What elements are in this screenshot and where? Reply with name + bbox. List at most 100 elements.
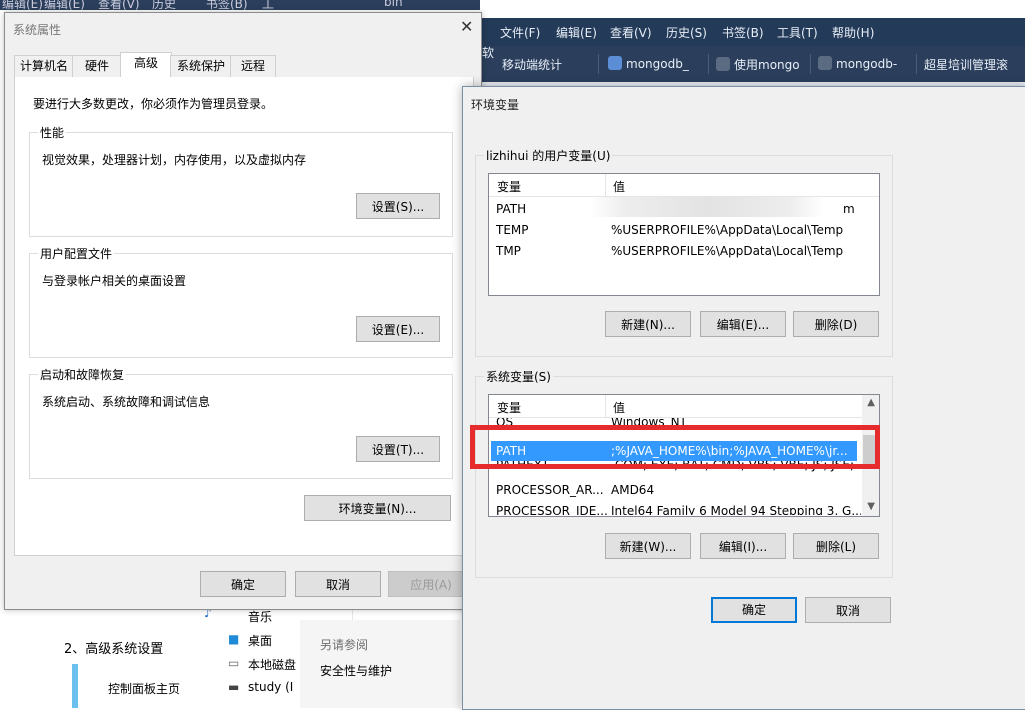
bookmark-separator [598,54,599,74]
nav-item-study[interactable]: study (I [248,680,293,694]
bookmark-item[interactable]: 使用mongo [716,56,800,73]
see-also-title: 另请参阅 [320,638,369,652]
bookmark-separator [810,54,811,74]
list-item[interactable]: PROCESSOR_IDE... Intel64 Family 6 Model … [491,501,861,515]
system-new-button[interactable]: 新建(W)... [605,533,691,559]
user-new-button[interactable]: 新建(N)... [605,311,691,337]
bookmark-separator [916,54,917,74]
list-item[interactable]: TEMP %USERPROFILE%\AppData\Local\Temp [491,220,861,240]
tab-hardware[interactable]: 硬件 [72,55,122,77]
list-item[interactable]: TMP %USERPROFILE%\AppData\Local\Temp [491,241,861,261]
bookmark-label: 使用mongo [734,58,800,72]
bookmark-label: mongodb_ [626,57,689,71]
desktop-icon: ■ [228,632,240,646]
list-header: 变量 值 [489,395,879,418]
tab-advanced[interactable]: 高级 [120,52,172,79]
nav-item-local-disk[interactable]: 本地磁盘 [248,656,296,673]
column-variable[interactable]: 变量 [497,178,521,195]
strip-item: 工 [262,0,275,10]
nav-selection-bar [72,664,78,708]
leaf-icon [818,56,832,70]
bookmark-label: mongodb- [836,57,898,71]
user-profile-group: 用户配置文件 与登录帐户相关的桌面设置 设置(E)... [29,245,453,358]
var-value: m [843,202,855,216]
ok-button[interactable]: 确定 [200,571,286,597]
var-value: %USERPROFILE%\AppData\Local\Temp [611,244,844,258]
menu-edit[interactable]: 编辑(E) [556,24,597,41]
var-value: %USERPROFILE%\AppData\Local\Temp [611,223,844,237]
user-edit-button[interactable]: 编辑(E)... [700,311,786,337]
system-edit-button[interactable]: 编辑(I)... [700,533,786,559]
performance-group: 性能 视觉效果，处理器计划，内存使用，以及虚拟内存 设置(S)... [29,124,453,237]
list-item[interactable]: PROCESSOR_AR... AMD64 [491,480,861,500]
nav-item-music[interactable]: 音乐 [248,608,272,625]
browser-edge-text: 软 [482,46,495,60]
close-icon[interactable]: ✕ [460,17,473,36]
environment-variables-button[interactable]: 环境变量(N)... [304,495,451,521]
menu-help[interactable]: 帮助(H) [832,24,874,41]
var-name: TEMP [496,223,529,237]
admin-note: 要进行大多数更改，你必须作为管理员登录。 [33,97,274,111]
tab-remote[interactable]: 远程 [230,55,276,77]
menu-history[interactable]: 历史(S) [666,24,707,41]
strip-item: 编辑(E) [44,0,85,10]
bookmark-item[interactable]: mongodb_ [608,56,689,71]
column-variable[interactable]: 变量 [497,399,521,416]
user-variables-list[interactable]: 变量 值 PATH m TEMP %USERPROFILE%\AppData\L… [488,173,880,296]
column-value[interactable]: 值 [613,178,625,195]
menu-view[interactable]: 查看(V) [610,24,652,41]
startup-recovery-settings-button[interactable]: 设置(T)... [356,436,440,462]
cancel-button[interactable]: 取消 [295,571,381,597]
system-variables-title: 系统变量(S) [484,368,553,385]
startup-recovery-desc: 系统启动、系统故障和调试信息 [42,395,211,409]
tab-system-protection[interactable]: 系统保护 [170,55,232,77]
env-ok-button[interactable]: 确定 [711,597,797,623]
nav-item-desktop[interactable]: 桌面 [248,632,272,649]
performance-settings-button[interactable]: 设置(S)... [356,193,440,219]
leaf-icon [716,57,730,71]
tab-computer-name[interactable]: 计算机名 [14,55,74,77]
environment-variables-dialog: 环境变量 lizhihui 的用户变量(U) 变量 值 PATH m TEMP … [462,86,1025,710]
var-name: PROCESSOR_IDE... [496,504,608,515]
column-separator [605,395,606,417]
highlight-annotation [470,425,880,469]
tab-bar: 计算机名 硬件 高级 系统保护 远程 [14,52,474,79]
control-panel-home-link[interactable]: 控制面板主页 [108,680,180,697]
menu-tools[interactable]: 工具(T) [777,24,818,41]
browser-menubar: 文件(F) 编辑(E) 查看(V) 历史(S) 书签(B) 工具(T) 帮助(H… [480,18,1025,46]
bookmark-item[interactable]: mongodb- [818,56,897,71]
menu-file[interactable]: 文件(F) [500,24,540,41]
strip-item: 书签(B) [206,0,248,10]
drive-icon: ▬ [228,680,240,694]
user-profile-title: 用户配置文件 [38,245,115,262]
system-delete-button[interactable]: 删除(L) [793,533,879,559]
paw-icon [608,56,622,70]
column-value[interactable]: 值 [613,399,625,416]
user-profile-desc: 与登录帐户相关的桌面设置 [42,274,187,288]
list-header: 变量 值 [489,174,879,197]
see-also-panel: 另请参阅 安全性与维护 [300,620,460,708]
scroll-up-icon[interactable]: ▲ [867,397,875,408]
var-name: PATH [496,202,527,216]
user-delete-button[interactable]: 删除(D) [793,311,879,337]
strip-item: 编辑(E) [2,0,43,10]
bookmark-item[interactable]: 移动端统计 [502,56,562,73]
step-text: 2、高级系统设置 [64,642,164,657]
var-name: TMP [496,244,521,258]
user-profile-settings-button[interactable]: 设置(E)... [356,316,440,342]
var-name: PROCESSOR_AR... [496,483,604,497]
column-separator [605,174,606,196]
strip-item: 查看(V) [98,0,140,10]
redacted-path-value [590,197,824,217]
startup-recovery-title: 启动和故障恢复 [38,366,127,383]
startup-recovery-group: 启动和故障恢复 系统启动、系统故障和调试信息 设置(T)... [29,366,453,479]
bookmarks-bar: 软 移动端统计 mongodb_ 使用mongo mongodb- 超星培训管理… [480,46,1025,82]
scroll-down-icon[interactable]: ▼ [867,501,875,512]
bookmark-item[interactable]: 超星培训管理滚 [924,56,1008,73]
strip-item: 历史 [152,0,177,10]
advanced-tab-page: 要进行大多数更改，你必须作为管理员登录。 性能 视觉效果，处理器计划，内存使用，… [14,77,474,556]
security-maintenance-link[interactable]: 安全性与维护 [320,662,392,679]
env-cancel-button[interactable]: 取消 [805,597,891,623]
menu-bookmarks[interactable]: 书签(B) [722,24,764,41]
user-variables-title: lizhihui 的用户变量(U) [484,147,613,164]
